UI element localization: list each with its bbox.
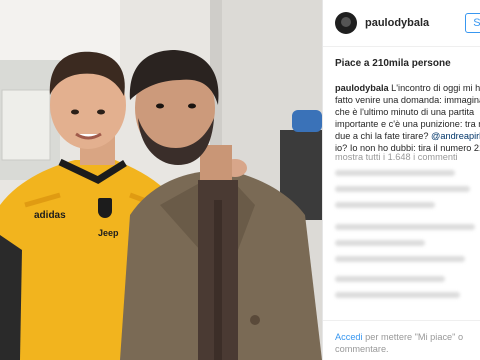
blurred-comment (335, 240, 425, 246)
login-link[interactable]: Accedi (335, 332, 363, 342)
post-header: paulodybala Se (323, 0, 480, 47)
username-link[interactable]: paulodybala (365, 17, 429, 29)
post-caption: paulodybala L'incontro di oggi mi ha fat… (335, 82, 480, 154)
photo-illustration (0, 0, 322, 360)
caption-line: L'incontro di oggi mi ha (391, 83, 480, 93)
caption-line: che è l'ultimo minuto di una partita (335, 107, 475, 117)
blurred-comment (335, 256, 465, 262)
blurred-comment (335, 276, 445, 282)
caption-line: fatto venire una domanda: immaginat (335, 95, 480, 105)
blurred-comment (335, 170, 455, 176)
likes-count[interactable]: Piace a 210mila persone (335, 58, 451, 69)
blurred-comment (335, 224, 475, 230)
post-photo[interactable]: adidas Jeep (0, 0, 322, 360)
shirt-brand-logo: adidas (34, 210, 66, 221)
blurred-comment (335, 186, 470, 192)
post-side-panel: paulodybala Se Piace a 210mila persone p… (322, 0, 480, 360)
avatar[interactable] (335, 12, 357, 34)
juventus-crest-icon (98, 198, 112, 218)
caption-line: due a chi la fate tirare? (335, 131, 429, 141)
follow-button[interactable]: Se (465, 13, 480, 33)
shirt-sponsor-logo: Jeep (98, 228, 119, 238)
login-prompt: Accedi per mettere "Mi piace" o commenta… (335, 331, 475, 355)
mention-link[interactable]: @andreapirlo2 (431, 131, 480, 141)
show-all-comments-link[interactable]: mostra tutti i 1.648 i commenti (335, 152, 458, 162)
blurred-comment (335, 202, 435, 208)
caption-line: importante e c'è una punizione: tra no (335, 119, 480, 129)
blurred-comment (335, 292, 460, 298)
caption-author-link[interactable]: paulodybala (335, 83, 389, 93)
